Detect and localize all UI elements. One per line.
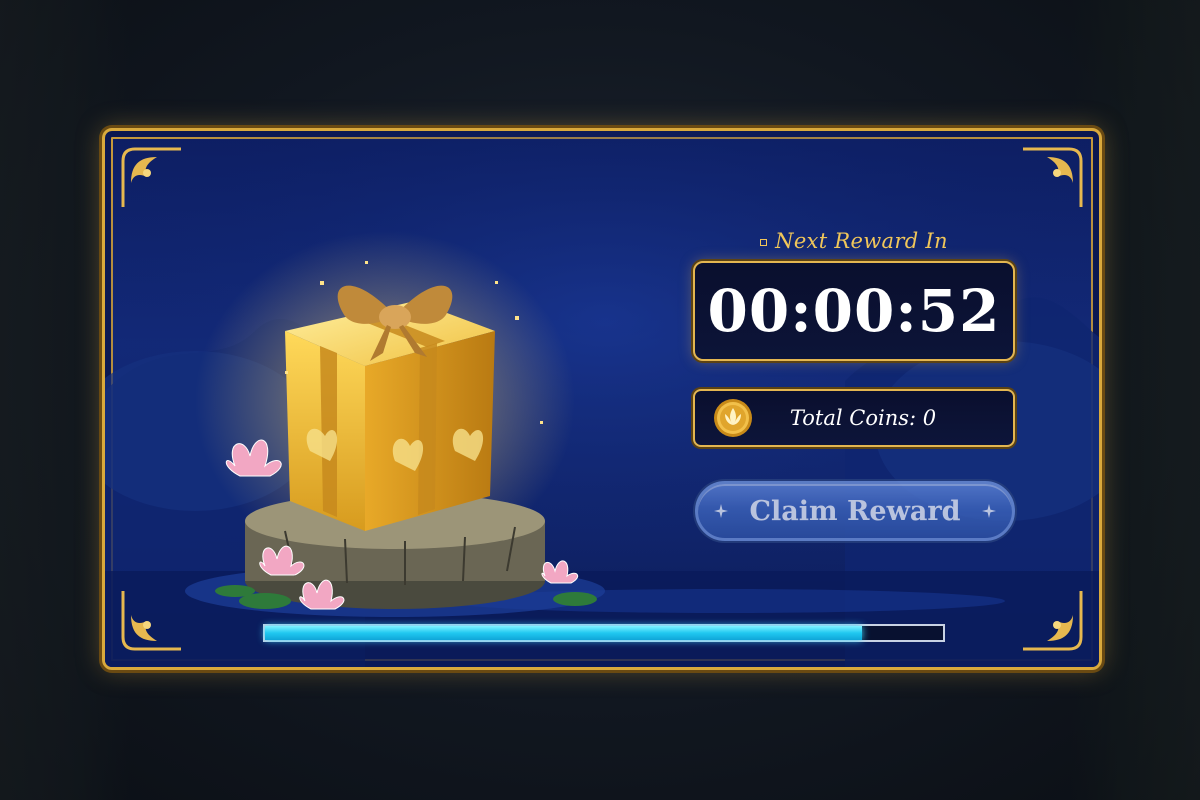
ornament-corner-top-left (121, 147, 181, 207)
next-reward-label: Next Reward In (695, 229, 1013, 253)
claim-reward-button[interactable]: Claim Reward (695, 481, 1015, 541)
sparkle-icon (713, 504, 728, 518)
reward-progress-bar (263, 624, 945, 642)
next-reward-text: Next Reward In (775, 229, 948, 253)
ornament-corner-top-right (1023, 147, 1083, 207)
reward-panel: Next Reward In 00:00:52 Total Coins: 0 C… (102, 128, 1102, 670)
countdown-timer-box: 00:00:52 (693, 261, 1015, 361)
bullet-icon (760, 239, 768, 246)
total-coins-box: Total Coins: 0 (693, 389, 1015, 447)
golden-gift-box-illustration (185, 231, 605, 617)
lotus-coin-icon (714, 399, 752, 437)
reward-progress-fill (265, 626, 862, 640)
ornament-corner-bottom-right (1023, 591, 1083, 651)
claim-reward-label: Claim Reward (749, 495, 961, 527)
countdown-timer-value: 00:00:52 (707, 277, 1001, 345)
total-coins-text: Total Coins: 0 (789, 406, 937, 430)
sparkle-icon (982, 504, 997, 518)
